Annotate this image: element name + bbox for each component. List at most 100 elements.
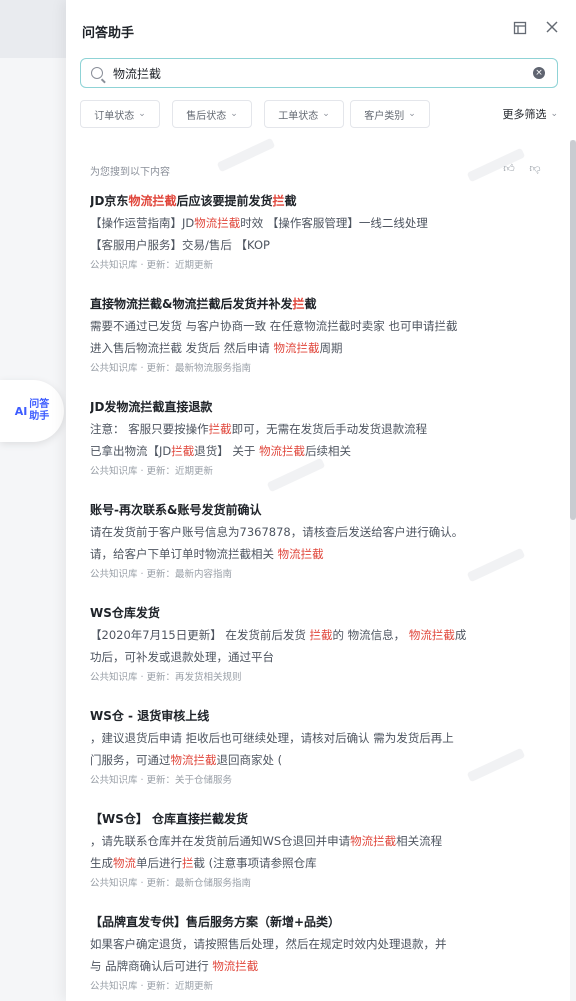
text-segment: 后应该要提前发货 (176, 194, 273, 208)
text-segment: 进入售后物流拦截 发货后 然后申请 (90, 341, 274, 355)
close-icon[interactable] (544, 21, 560, 37)
text-segment: 单后进行 (136, 856, 182, 870)
keyword-highlight: 物流拦截 (170, 753, 217, 767)
result-snippet-line: ，请先联系仓库并在发货前后通知WS仓退回并申请物流拦截相关流程 (90, 830, 546, 852)
result-item[interactable]: JD发物流拦截直接退款注意： 客服只要按操作拦截即可，无需在发货后手动发货退款流… (66, 396, 570, 499)
result-title[interactable]: 【WS仓】 仓库直接拦截发货 (90, 808, 546, 830)
result-snippet-line: 生成物流单后进行拦截 (注意事项请参照仓库 (90, 852, 546, 874)
drawer-title: 问答助手 (82, 26, 135, 41)
text-segment: 如果客户确定退货，请按照售后处理，然后在规定时效内处理退款，并 (90, 937, 447, 951)
scrollbar-thumb[interactable] (570, 140, 576, 520)
result-snippet-line: 进入售后物流拦截 发货后 然后申请 物流拦截周期 (90, 337, 546, 359)
results-scrollbar[interactable] (570, 140, 576, 1001)
text-segment: 截 (注意事项请参照仓库 (193, 856, 317, 870)
text-segment: 生成 (90, 856, 113, 870)
keyword-highlight: 拦 (182, 856, 194, 870)
result-snippet-line: 【操作运营指南】JD物流拦截时效 【操作客服管理】一线二线处理 (90, 212, 546, 234)
assistant-drawer: 问答助手 × 订单状态⌄售后状态⌄工单状态⌄客户类别⌄ 更多筛选 ⌄ 为您搜到以… (66, 0, 576, 1001)
result-snippet-line: 与 品牌商确认后可进行 物流拦截 (90, 955, 546, 977)
filter-dropdown[interactable]: 售后状态 ⌄ (172, 100, 252, 128)
filter-label: 客户类别 (364, 110, 405, 122)
tab-label-line1: 问答 (29, 399, 50, 410)
keyword-highlight: 物流拦截 (273, 341, 320, 355)
clear-search-icon[interactable]: × (533, 67, 545, 79)
result-item[interactable]: 【WS仓】 仓库直接拦截发货 ，请先联系仓库并在发货前后通知WS仓退回并申请物流拦… (66, 808, 570, 911)
tab-label-line2: 助手 (29, 411, 50, 422)
text-segment: JD发物流拦截直接退款 (90, 400, 213, 414)
keyword-highlight: 物流拦截 (277, 547, 324, 561)
result-snippet-line: 请，给客户下单订单时物流拦截相关 物流拦截 (90, 543, 546, 565)
chevron-down-icon: ⌄ (408, 109, 416, 119)
result-snippet-line: 【2020年7月15日更新】 在发货前后发货 拦截的 物流信息， 物流拦截成 (90, 624, 546, 646)
chevron-down-icon: ⌄ (230, 109, 238, 119)
result-source: 公共知识库 · 更新：最新仓储服务指南 (90, 878, 252, 889)
text-segment: 后续相关 (305, 444, 352, 458)
result-source: 公共知识库 · 更新：近期更新 (90, 981, 214, 992)
text-segment: 退货】 关于 (194, 444, 260, 458)
result-title[interactable]: WS仓 - 退货审核上线 (90, 705, 546, 727)
result-snippet-line: 需要不通过已发货 与客户协商一致 在任意物流拦截时卖家 也可申请拦截 (90, 315, 546, 337)
result-snippet-line: 请在发货前于客户账号信息为7367878，请核查后发送给客户进行确认。 (90, 521, 546, 543)
drawer-header: 问答助手 (66, 0, 576, 58)
text-segment: 请，给客户下单订单时物流拦截相关 (90, 547, 278, 561)
text-segment: 退回商家处 ( (216, 753, 283, 767)
result-item[interactable]: JD京东物流拦截后应该要提前发货拦截 【操作运营指南】JD物流拦截时效 【操作客服… (66, 190, 570, 293)
chevron-down-icon: ⌄ (138, 109, 146, 119)
filter-dropdown[interactable]: 客户类别 ⌄ (350, 100, 430, 128)
result-item[interactable]: WS仓 - 退货审核上线 ，建议退货后申请 拒收后也可继续处理，请核对后确认 需为… (66, 705, 570, 808)
search-input[interactable] (111, 60, 515, 86)
result-title[interactable]: 直接物流拦截&物流拦截后发货并补发拦截 (90, 293, 546, 315)
filter-dropdown[interactable]: 工单状态 ⌄ (264, 100, 344, 128)
text-segment: 【WS仓】 仓库直接拦截发货 (90, 812, 249, 826)
result-item[interactable]: 【品牌直发专供】售后服务方案（新增+品类） 如果客户确定退货，请按照售后处理，然后… (66, 911, 570, 1001)
chevron-down-icon: ⌄ (322, 109, 330, 119)
result-source: 公共知识库 · 更新：最新物流服务指南 (90, 363, 252, 374)
thumbs-down-icon[interactable]: 👎︎ (528, 162, 542, 176)
filter-label: 售后状态 (186, 110, 227, 122)
text-segment: 已拿出物流【JD (90, 444, 172, 458)
text-segment: 截 (304, 297, 317, 311)
keyword-highlight: 拦 (292, 297, 305, 311)
assistant-floating-tab[interactable]: AI 问答 助手 (0, 380, 64, 442)
filter-dropdown[interactable]: 订单状态 ⌄ (80, 100, 160, 128)
keyword-highlight: 拦截 (208, 422, 232, 436)
result-item[interactable]: 直接物流拦截&物流拦截后发货并补发拦截需要不通过已发货 与客户协商一致 在任意物… (66, 293, 570, 396)
more-filters-label: 更多筛选 (502, 108, 547, 121)
keyword-highlight: 物流拦截 (194, 216, 241, 230)
text-segment: 账号-再次联系&账号发货前确认 (90, 503, 262, 517)
result-source: 公共知识库 · 更新：近期更新 (90, 260, 214, 271)
text-segment: 时效 【操作客服管理】一线二线处理 (240, 216, 428, 230)
result-title[interactable]: 账号-再次联系&账号发货前确认 (90, 499, 546, 521)
text-segment: 【2020年7月15日更新】 在发货前后发货 (90, 628, 310, 642)
more-filters-button[interactable]: 更多筛选 ⌄ (502, 106, 558, 122)
filter-bar: 订单状态 ⌄ 售后状态 ⌄ 工单状态 ⌄ 客户类别 ⌄ (80, 100, 562, 128)
result-item[interactable]: 账号-再次联系&账号发货前确认请在发货前于客户账号信息为7367878，请核查后… (66, 499, 570, 602)
text-segment: 相关流程 (396, 834, 443, 848)
result-snippet-line: 【客服用户服务】交易/售后 【KOP (90, 234, 546, 256)
text-segment: 的 物流信息， (332, 628, 409, 642)
text-segment: ，建议退货后申请 拒收后也可继续处理，请核对后确认 需为发货后再上 (90, 731, 454, 745)
background-header (0, 0, 66, 58)
result-snippet-line: 功后，可补发或退款处理，通过平台 (90, 646, 546, 668)
text-segment: 注意： 客服只要按操作 (90, 422, 209, 436)
result-title[interactable]: 【品牌直发专供】售后服务方案（新增+品类） (90, 911, 546, 933)
text-segment: 需要不通过已发货 与客户协商一致 在任意物流拦截时卖家 也可申请拦截 (90, 319, 458, 333)
keyword-highlight: 物流拦截 (350, 834, 397, 848)
result-snippet-line: 注意： 客服只要按操作拦截即可，无需在发货后手动发货退款流程 (90, 418, 546, 440)
text-segment: 【品牌直发专供】售后服务方案（新增+品类） (90, 915, 341, 929)
expand-icon[interactable] (512, 21, 528, 37)
result-item[interactable]: WS仓库发货 【2020年7月15日更新】 在发货前后发货 拦截的 物流信息， 物… (66, 602, 570, 705)
text-segment: 截 (284, 194, 297, 208)
text-segment: 【操作运营指南】JD (90, 216, 195, 230)
watermark (216, 137, 276, 173)
result-title[interactable]: JD京东物流拦截后应该要提前发货拦截 (90, 190, 546, 212)
result-title[interactable]: JD发物流拦截直接退款 (90, 396, 546, 418)
result-snippet-line: 如果客户确定退货，请按照售后处理，然后在规定时效内处理退款，并 (90, 933, 546, 955)
keyword-highlight: 拦截 (171, 444, 195, 458)
text-segment: JD京东 (90, 194, 129, 208)
text-segment: 周期 (319, 341, 343, 355)
text-segment: 门服务，可通过 (90, 753, 171, 767)
search-box[interactable]: × (80, 58, 558, 88)
keyword-highlight: 物流拦截 (212, 959, 259, 973)
result-title[interactable]: WS仓库发货 (90, 602, 546, 624)
